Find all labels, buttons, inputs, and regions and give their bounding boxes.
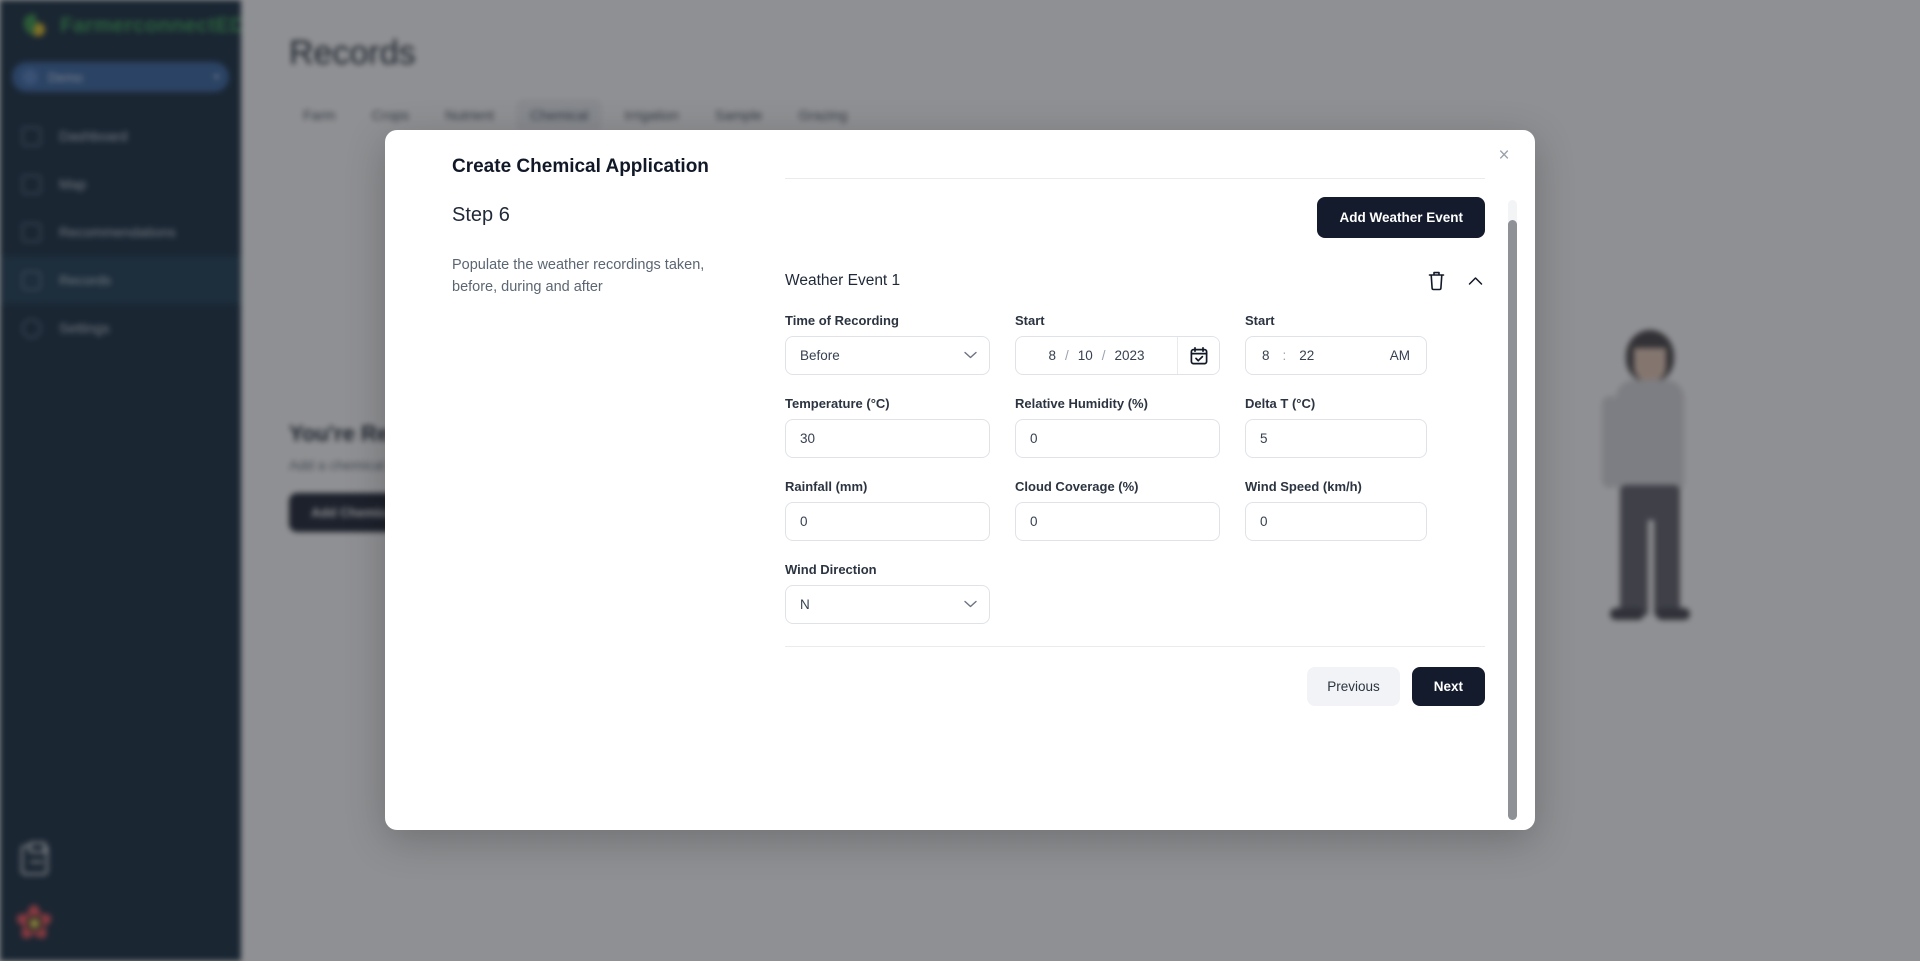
start-time-input[interactable]: 8 : 22 AM xyxy=(1245,336,1427,375)
chevron-down-icon xyxy=(964,599,977,611)
start-date-year[interactable]: 2023 xyxy=(1115,348,1145,363)
start-date-day[interactable]: 10 xyxy=(1078,348,1093,363)
temperature-field: Temperature (°C) 30 xyxy=(785,396,990,458)
modal-title: Create Chemical Application xyxy=(452,156,709,177)
time-separator: : xyxy=(1282,348,1287,363)
time-of-recording-field: Time of Recording Before xyxy=(785,313,990,375)
modal-scrollbar-track[interactable] xyxy=(1508,200,1517,820)
start-time-hour[interactable]: 8 xyxy=(1262,348,1270,363)
temperature-label: Temperature (°C) xyxy=(785,396,890,411)
start-date-input[interactable]: 8 / 10 / 2023 xyxy=(1015,336,1220,375)
start-time-meridiem[interactable]: AM xyxy=(1390,348,1410,363)
relative-humidity-input[interactable]: 0 xyxy=(1015,419,1220,458)
time-of-recording-value: Before xyxy=(800,348,840,363)
temperature-input[interactable]: 30 xyxy=(785,419,990,458)
weather-event-title: Weather Event 1 xyxy=(785,271,901,289)
cloud-coverage-label: Cloud Coverage (%) xyxy=(1015,479,1139,494)
modal-footer: Previous Next xyxy=(785,647,1485,706)
modal-description: Populate the weather recordings taken, b… xyxy=(452,257,705,295)
delta-t-label: Delta T (°C) xyxy=(1245,396,1316,411)
wind-direction-select[interactable]: N xyxy=(785,585,990,624)
delta-t-input[interactable]: 5 xyxy=(1245,419,1427,458)
weather-row-2: Temperature (°C) 30 Relative Humidity (%… xyxy=(785,396,1485,458)
wind-direction-label: Wind Direction xyxy=(785,562,877,577)
calendar-check-icon[interactable] xyxy=(1177,337,1219,374)
start-time-field: Start 8 : 22 AM xyxy=(1245,313,1427,375)
start-date-label: Start xyxy=(1015,313,1045,328)
modal-right-pane: Add Weather Event Weather Event 1 Time o… xyxy=(785,156,1535,830)
add-weather-event-button[interactable]: Add Weather Event xyxy=(1317,197,1485,238)
start-date-field: Start 8 / 10 / 2023 xyxy=(1015,313,1220,375)
trash-icon[interactable] xyxy=(1425,268,1448,293)
wind-speed-input[interactable]: 0 xyxy=(1245,502,1427,541)
cloud-coverage-input[interactable]: 0 xyxy=(1015,502,1220,541)
weather-event-header: Weather Event 1 xyxy=(785,260,1485,313)
start-time-label: Start xyxy=(1245,313,1275,328)
wind-direction-value: N xyxy=(800,597,810,612)
time-of-recording-select[interactable]: Before xyxy=(785,336,990,375)
create-chemical-application-modal: × Create Chemical Application Step 6 Pop… xyxy=(385,130,1535,830)
weather-row-1: Time of Recording Before Start 8 / 10 / … xyxy=(785,313,1485,375)
weather-row-3: Rainfall (mm) 0 Cloud Coverage (%) 0 Win… xyxy=(785,479,1485,541)
chevron-down-icon xyxy=(964,350,977,362)
wind-speed-field: Wind Speed (km/h) 0 xyxy=(1245,479,1427,541)
previous-button[interactable]: Previous xyxy=(1307,667,1400,706)
relative-humidity-field: Relative Humidity (%) 0 xyxy=(1015,396,1220,458)
modal-left-pane: Create Chemical Application Step 6 Popul… xyxy=(385,156,785,830)
delta-t-field: Delta T (°C) 5 xyxy=(1245,396,1427,458)
wind-direction-field: Wind Direction N xyxy=(785,562,990,624)
start-date-month[interactable]: 8 xyxy=(1048,348,1056,363)
rainfall-field: Rainfall (mm) 0 xyxy=(785,479,990,541)
next-button[interactable]: Next xyxy=(1411,667,1485,706)
wind-speed-label: Wind Speed (km/h) xyxy=(1245,479,1362,494)
weather-row-4: Wind Direction N xyxy=(785,562,1485,624)
date-separator: / xyxy=(1101,348,1106,363)
modal-step: Step 6 xyxy=(452,204,510,226)
time-of-recording-label: Time of Recording xyxy=(785,313,899,328)
rainfall-label: Rainfall (mm) xyxy=(785,479,868,494)
rainfall-input[interactable]: 0 xyxy=(785,502,990,541)
cloud-coverage-field: Cloud Coverage (%) 0 xyxy=(1015,479,1220,541)
date-separator: / xyxy=(1064,348,1069,363)
chevron-up-icon[interactable] xyxy=(1466,274,1485,288)
start-time-minute[interactable]: 22 xyxy=(1299,348,1314,363)
modal-scrollbar-thumb[interactable] xyxy=(1508,220,1517,820)
relative-humidity-label: Relative Humidity (%) xyxy=(1015,396,1148,411)
